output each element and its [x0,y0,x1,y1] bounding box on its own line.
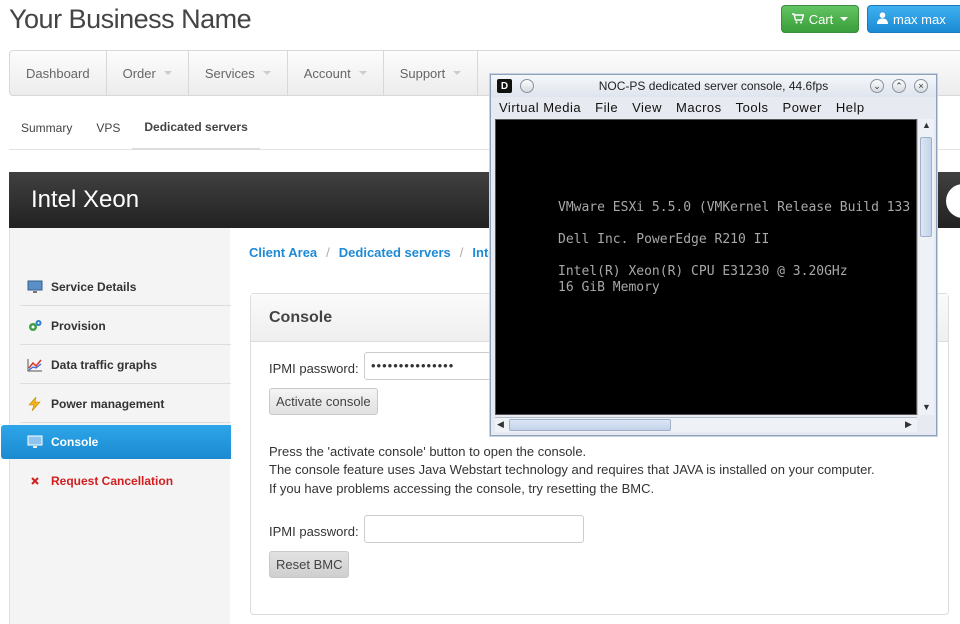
nav-label: Support [399,65,446,81]
chevron-down-icon [840,17,849,21]
menu-help[interactable]: Help [836,100,865,115]
sidebar-item-label: Provision [51,318,106,333]
menu-file[interactable]: File [595,100,618,115]
horizontal-scrollbar[interactable]: ◀ ▶ [495,417,917,432]
nav-order[interactable]: Order [107,51,189,95]
vertical-scroll-thumb[interactable] [920,137,932,237]
breadcrumb-client-area[interactable]: Client Area [249,245,317,260]
monitor-icon [26,279,43,294]
menu-tools[interactable]: Tools [736,100,769,115]
scroll-left-icon[interactable]: ◀ [497,419,504,430]
user-label: max max [893,11,946,27]
cart-button[interactable]: Cart [781,5,859,33]
nav-label: Account [303,65,351,81]
minimize-icon[interactable]: ⌄ [870,79,884,93]
sidebar-item-label: Service Details [51,279,137,294]
nav-label: Services [204,65,255,81]
sidebar-item-service-details[interactable]: Service Details [20,268,231,306]
horizontal-scroll-thumb[interactable] [509,419,671,431]
menu-view[interactable]: View [632,100,662,115]
console-description-2: The console feature uses Java Webstart t… [269,462,875,477]
banner-circle [946,184,960,218]
nav-dashboard[interactable]: Dashboard [10,51,107,95]
ipmi-password-field[interactable]: ••••••••••••••• [364,352,494,380]
menu-virtual-media[interactable]: Virtual Media [499,100,581,115]
gears-icon [26,318,43,333]
sidebar-item-power[interactable]: Power management [20,385,231,423]
console-line: VMware ESXi 5.5.0 (VMKernel Release Buil… [558,200,911,215]
chevron-down-icon [358,71,367,75]
sidebar: Service Details Provision Data traffic g… [1,228,231,624]
ipmi-password-field-2[interactable] [364,515,584,543]
console-line: 16 GiB Memory [558,280,660,295]
scroll-down-icon[interactable]: ▼ [922,402,931,412]
cart-icon [791,12,805,27]
cart-label: Cart [808,11,834,27]
chart-icon [26,357,43,372]
breadcrumb-dedicated-servers[interactable]: Dedicated servers [339,245,451,260]
scroll-right-icon[interactable]: ▶ [905,419,912,430]
scroll-up-icon[interactable]: ▲ [922,120,931,130]
nav-label: Order [122,65,156,81]
chevron-down-icon [453,71,462,75]
nav-services[interactable]: Services [189,51,288,95]
tab-vps[interactable]: VPS [84,106,132,150]
ipmi-password-label-2: IPMI password: [269,524,359,539]
console-description-1: Press the 'activate console' button to o… [269,444,587,459]
sidebar-item-label: Request Cancellation [51,474,174,488]
monitor-icon [26,435,43,450]
sidebar-item-console[interactable]: Console [1,425,231,459]
tab-dedicated-servers[interactable]: Dedicated servers [132,106,260,150]
user-icon [877,11,888,27]
sidebar-item-provision[interactable]: Provision [20,307,231,345]
sidebar-item-label: Console [51,435,99,449]
console-line: Dell Inc. PowerEdge R210 II [558,232,770,247]
console-window[interactable]: D NOC-PS dedicated server console, 44.6f… [490,74,937,436]
console-line: Intel(R) Xeon(R) CPU E31230 @ 3.20GHz [558,264,848,279]
chevron-down-icon [262,71,271,75]
reset-bmc-button[interactable]: Reset BMC [269,551,350,578]
nav-support[interactable]: Support [384,51,479,95]
sidebar-item-request-cancellation[interactable]: Request Cancellation [20,462,231,500]
breadcrumb: Client Area / Dedicated servers / Inte [249,238,496,266]
nav-label: Dashboard [26,65,90,81]
breadcrumb-separator: / [326,244,330,260]
tab-summary[interactable]: Summary [9,106,84,150]
sidebar-item-label: Power management [51,396,165,411]
menu-macros[interactable]: Macros [676,100,722,115]
console-window-titlebar[interactable]: D NOC-PS dedicated server console, 44.6f… [491,75,936,97]
breadcrumb-separator: / [459,244,464,260]
lightning-icon [26,396,43,411]
console-screen[interactable]: VMware ESXi 5.5.0 (VMKernel Release Buil… [495,119,917,415]
cross-icon [26,474,43,489]
menu-power[interactable]: Power [783,100,822,115]
user-menu-button[interactable]: max max [867,5,960,33]
sidebar-item-label: Data traffic graphs [51,357,158,372]
ipmi-password-label: IPMI password: [269,361,359,376]
close-icon[interactable]: × [914,79,928,93]
vertical-scrollbar[interactable]: ▲ ▼ [917,119,934,415]
console-menubar: Virtual Media File View Macros Tools Pow… [491,97,936,117]
sidebar-item-data-traffic[interactable]: Data traffic graphs [20,346,231,384]
console-description-3: If you have problems accessing the conso… [269,481,655,496]
chevron-down-icon [163,71,172,75]
service-title: Intel Xeon [31,186,140,213]
nav-account[interactable]: Account [288,51,384,95]
maximize-icon[interactable]: ⌃ [892,79,906,93]
brand-title: Your Business Name [9,4,252,34]
activate-console-button[interactable]: Activate console [269,388,378,415]
